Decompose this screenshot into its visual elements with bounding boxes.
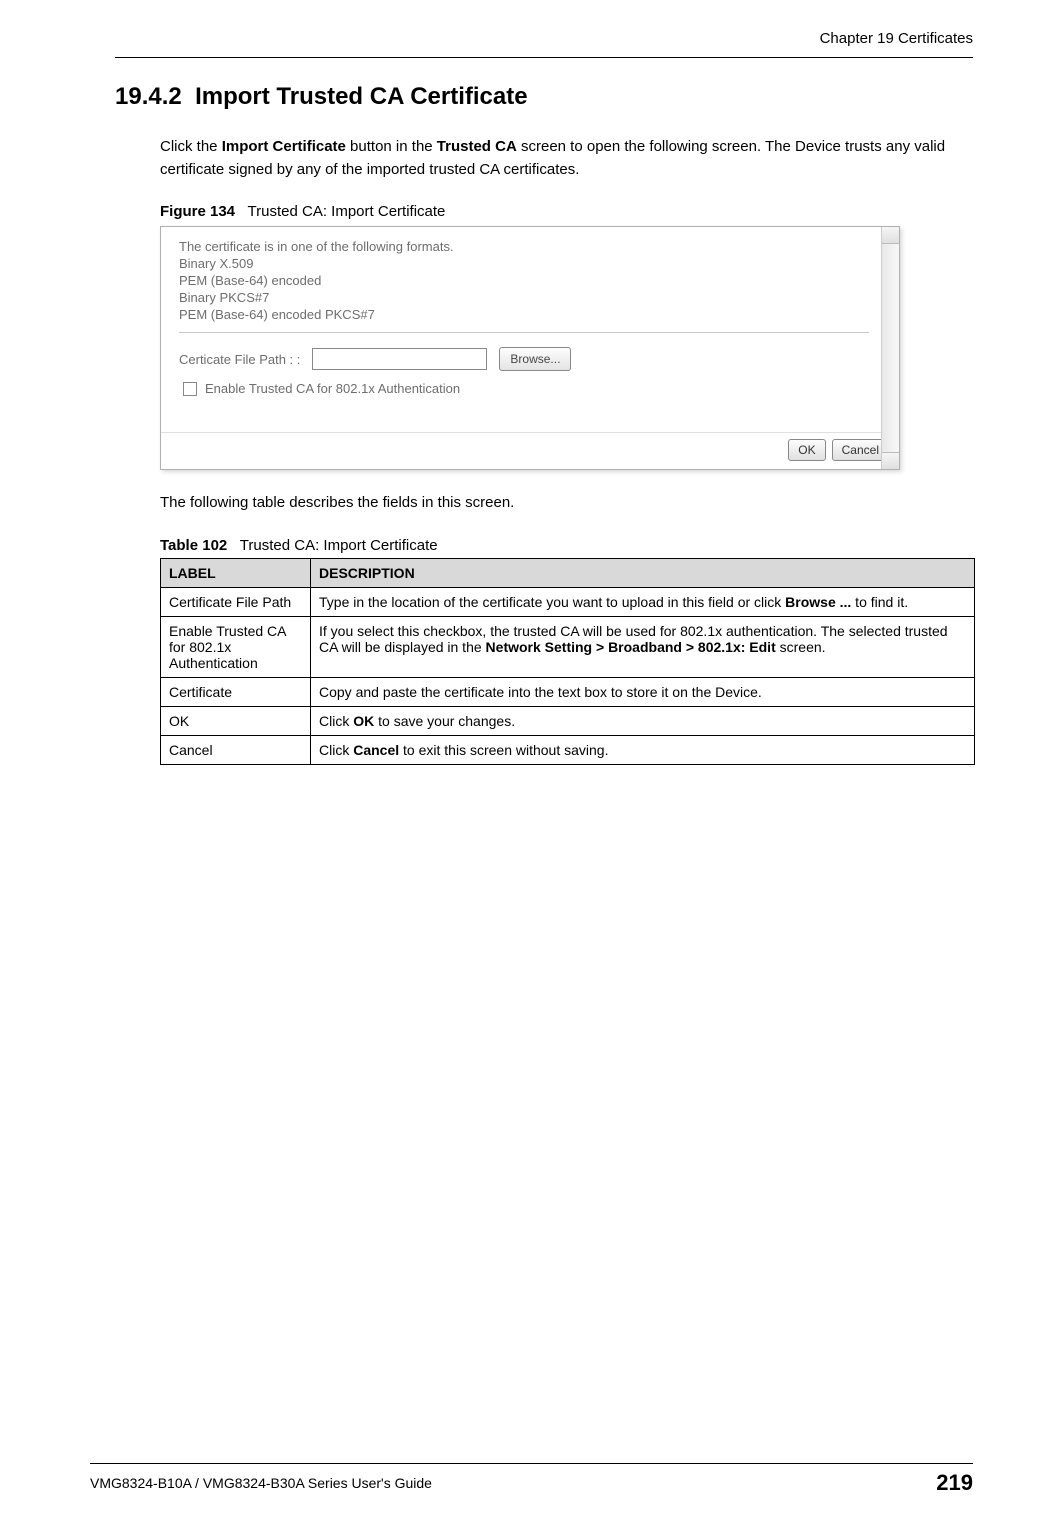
- table-cell-label: OK: [161, 706, 311, 735]
- desc-bold: Cancel: [353, 742, 399, 758]
- desc-pre: Click: [319, 713, 353, 729]
- table-row: Enable Trusted CA for 802.1x Authenticat…: [161, 616, 975, 677]
- table-caption-text: Trusted CA: Import Certificate: [240, 537, 438, 554]
- file-path-label: Certicate File Path : :: [179, 352, 300, 367]
- table-cell-label: Enable Trusted CA for 802.1x Authenticat…: [161, 616, 311, 677]
- footer-guide-title: VMG8324-B10A / VMG8324-B30A Series User'…: [90, 1475, 432, 1491]
- intro-paragraph: Click the Import Certificate button in t…: [160, 136, 973, 181]
- figure-dialog: The certificate is in one of the followi…: [160, 226, 900, 470]
- figure-caption-text: Trusted CA: Import Certificate: [248, 203, 446, 220]
- format-line: PEM (Base-64) encoded PKCS#7: [179, 307, 869, 322]
- intro-mid1: button in the: [346, 138, 437, 155]
- browse-button[interactable]: Browse...: [499, 347, 571, 371]
- table-head-desc: DESCRIPTION: [311, 558, 975, 587]
- table-caption-label: Table 102: [160, 537, 227, 554]
- dialog-scrollbar[interactable]: [881, 227, 899, 469]
- table-cell-desc: Type in the location of the certificate …: [311, 587, 975, 616]
- footer-page-number: 219: [936, 1470, 973, 1496]
- table-row: Certificate File Path Type in the locati…: [161, 587, 975, 616]
- figure-caption: Figure 134 Trusted CA: Import Certificat…: [160, 203, 973, 220]
- table-row: Certificate Copy and paste the certifica…: [161, 677, 975, 706]
- section-heading: 19.4.2 Import Trusted CA Certificate: [115, 83, 973, 111]
- table-row: Cancel Click Cancel to exit this screen …: [161, 735, 975, 764]
- format-line: Binary X.509: [179, 256, 869, 271]
- desc-post: screen.: [776, 639, 826, 655]
- chapter-header: Chapter 19 Certificates: [115, 30, 973, 47]
- header-rule: [115, 57, 973, 58]
- table-cell-desc: Copy and paste the certificate into the …: [311, 677, 975, 706]
- formats-intro: The certificate is in one of the followi…: [179, 239, 869, 254]
- desc-post: to exit this screen without saving.: [399, 742, 608, 758]
- desc-post: to find it.: [851, 594, 908, 610]
- format-line: Binary PKCS#7: [179, 290, 869, 305]
- table-intro: The following table describes the fields…: [160, 492, 973, 515]
- table-cell-desc: If you select this checkbox, the trusted…: [311, 616, 975, 677]
- enable-ca-label: Enable Trusted CA for 802.1x Authenticat…: [205, 381, 460, 396]
- dialog-button-row: OK Cancel: [161, 432, 899, 469]
- desc-bold: Network Setting > Broadband > 802.1x: Ed…: [486, 639, 776, 655]
- intro-pre: Click the: [160, 138, 222, 155]
- description-table: LABEL DESCRIPTION Certificate File Path …: [160, 558, 975, 765]
- desc-bold: Browse ...: [785, 594, 851, 610]
- desc-pre: Click: [319, 742, 353, 758]
- formats-divider: [179, 332, 869, 333]
- figure-caption-label: Figure 134: [160, 203, 235, 220]
- table-cell-label: Certificate File Path: [161, 587, 311, 616]
- file-path-input[interactable]: [312, 348, 487, 370]
- table-cell-desc: Click OK to save your changes.: [311, 706, 975, 735]
- table-caption: Table 102 Trusted CA: Import Certificate: [160, 537, 973, 554]
- ok-button[interactable]: OK: [788, 439, 825, 461]
- desc-bold: OK: [353, 713, 374, 729]
- desc-pre: Type in the location of the certificate …: [319, 594, 785, 610]
- enable-ca-checkbox[interactable]: [183, 382, 197, 396]
- table-head-row: LABEL DESCRIPTION: [161, 558, 975, 587]
- section-number: 19.4.2: [115, 83, 182, 110]
- desc-post: to save your changes.: [374, 713, 515, 729]
- enable-ca-row: Enable Trusted CA for 802.1x Authenticat…: [179, 381, 869, 396]
- section-title: Import Trusted CA Certificate: [195, 83, 528, 110]
- file-path-row: Certicate File Path : : Browse...: [179, 347, 869, 371]
- desc-pre: Copy and paste the certificate into the …: [319, 684, 762, 700]
- table-row: OK Click OK to save your changes.: [161, 706, 975, 735]
- format-line: PEM (Base-64) encoded: [179, 273, 869, 288]
- intro-bold-1: Import Certificate: [222, 138, 346, 155]
- table-cell-desc: Click Cancel to exit this screen without…: [311, 735, 975, 764]
- footer-rule: [90, 1463, 973, 1464]
- page-footer: VMG8324-B10A / VMG8324-B30A Series User'…: [90, 1463, 973, 1496]
- table-cell-label: Certificate: [161, 677, 311, 706]
- intro-bold-2: Trusted CA: [437, 138, 517, 155]
- table-cell-label: Cancel: [161, 735, 311, 764]
- table-head-label: LABEL: [161, 558, 311, 587]
